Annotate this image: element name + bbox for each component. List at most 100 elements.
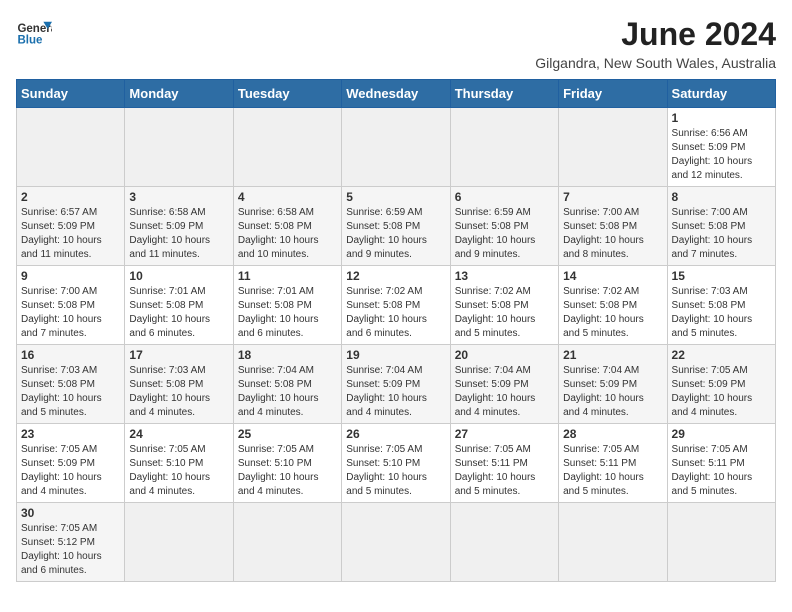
day-info: Sunrise: 7:05 AM Sunset: 5:12 PM Dayligh… — [21, 522, 120, 578]
calendar-cell — [342, 503, 450, 582]
day-info: Sunrise: 7:04 AM Sunset: 5:08 PM Dayligh… — [238, 364, 337, 420]
day-info: Sunrise: 7:02 AM Sunset: 5:08 PM Dayligh… — [563, 285, 662, 341]
day-number: 14 — [563, 269, 662, 283]
day-info: Sunrise: 7:01 AM Sunset: 5:08 PM Dayligh… — [238, 285, 337, 341]
calendar-cell: 9 Sunrise: 7:00 AM Sunset: 5:08 PM Daylig… — [17, 266, 125, 345]
calendar-row-5: 23 Sunrise: 7:05 AM Sunset: 5:09 PM Dayli… — [17, 424, 776, 503]
day-number: 4 — [238, 190, 337, 204]
subtitle: Gilgandra, New South Wales, Australia — [535, 55, 776, 71]
day-number: 7 — [563, 190, 662, 204]
logo: General Blue — [16, 16, 52, 52]
calendar-cell — [559, 108, 667, 187]
day-info: Sunrise: 7:03 AM Sunset: 5:08 PM Dayligh… — [129, 364, 228, 420]
calendar-cell: 23 Sunrise: 7:05 AM Sunset: 5:09 PM Dayli… — [17, 424, 125, 503]
calendar: Sunday Monday Tuesday Wednesday Thursday… — [16, 79, 776, 582]
day-number: 18 — [238, 348, 337, 362]
calendar-cell — [559, 503, 667, 582]
calendar-cell: 2Sunrise: 6:57 AM Sunset: 5:09 PM Daylig… — [17, 187, 125, 266]
day-info: Sunrise: 7:01 AM Sunset: 5:08 PM Dayligh… — [129, 285, 228, 341]
day-info: Sunrise: 6:56 AM Sunset: 5:09 PM Dayligh… — [672, 127, 771, 183]
day-number: 8 — [672, 190, 771, 204]
calendar-cell: 30 Sunrise: 7:05 AM Sunset: 5:12 PM Dayli… — [17, 503, 125, 582]
day-info: Sunrise: 7:05 AM Sunset: 5:10 PM Dayligh… — [129, 443, 228, 499]
day-info: Sunrise: 7:05 AM Sunset: 5:11 PM Dayligh… — [563, 443, 662, 499]
calendar-cell: 24Sunrise: 7:05 AM Sunset: 5:10 PM Dayli… — [125, 424, 233, 503]
calendar-cell: 5Sunrise: 6:59 AM Sunset: 5:08 PM Daylig… — [342, 187, 450, 266]
calendar-cell: 13 Sunrise: 7:02 AM Sunset: 5:08 PM Dayli… — [450, 266, 558, 345]
weekday-header-row: Sunday Monday Tuesday Wednesday Thursday… — [17, 80, 776, 108]
day-number: 12 — [346, 269, 445, 283]
day-info: Sunrise: 7:02 AM Sunset: 5:08 PM Dayligh… — [346, 285, 445, 341]
header-friday: Friday — [559, 80, 667, 108]
day-number: 17 — [129, 348, 228, 362]
day-info: Sunrise: 7:03 AM Sunset: 5:08 PM Dayligh… — [21, 364, 120, 420]
calendar-cell: 11 Sunrise: 7:01 AM Sunset: 5:08 PM Dayli… — [233, 266, 341, 345]
calendar-cell — [17, 108, 125, 187]
day-number: 19 — [346, 348, 445, 362]
calendar-cell: 19 Sunrise: 7:04 AM Sunset: 5:09 PM Dayli… — [342, 345, 450, 424]
day-number: 16 — [21, 348, 120, 362]
calendar-cell — [233, 503, 341, 582]
calendar-row-2: 2Sunrise: 6:57 AM Sunset: 5:09 PM Daylig… — [17, 187, 776, 266]
header-monday: Monday — [125, 80, 233, 108]
header-sunday: Sunday — [17, 80, 125, 108]
day-number: 26 — [346, 427, 445, 441]
calendar-cell: 10 Sunrise: 7:01 AM Sunset: 5:08 PM Dayli… — [125, 266, 233, 345]
day-number: 27 — [455, 427, 554, 441]
calendar-cell: 18 Sunrise: 7:04 AM Sunset: 5:08 PM Dayli… — [233, 345, 341, 424]
calendar-cell: 28 Sunrise: 7:05 AM Sunset: 5:11 PM Dayli… — [559, 424, 667, 503]
calendar-cell: 17 Sunrise: 7:03 AM Sunset: 5:08 PM Dayli… — [125, 345, 233, 424]
day-number: 15 — [672, 269, 771, 283]
header-tuesday: Tuesday — [233, 80, 341, 108]
day-number: 5 — [346, 190, 445, 204]
calendar-cell: 6 Sunrise: 6:59 AM Sunset: 5:08 PM Daylig… — [450, 187, 558, 266]
calendar-cell: 27 Sunrise: 7:05 AM Sunset: 5:11 PM Dayli… — [450, 424, 558, 503]
calendar-row-6: 30 Sunrise: 7:05 AM Sunset: 5:12 PM Dayli… — [17, 503, 776, 582]
day-info: Sunrise: 7:00 AM Sunset: 5:08 PM Dayligh… — [672, 206, 771, 262]
logo-icon: General Blue — [16, 16, 52, 52]
day-number: 21 — [563, 348, 662, 362]
calendar-cell: 1Sunrise: 6:56 AM Sunset: 5:09 PM Daylig… — [667, 108, 775, 187]
day-number: 11 — [238, 269, 337, 283]
main-title: June 2024 — [535, 16, 776, 53]
title-area: June 2024 Gilgandra, New South Wales, Au… — [535, 16, 776, 71]
calendar-cell: 21Sunrise: 7:04 AM Sunset: 5:09 PM Dayli… — [559, 345, 667, 424]
day-info: Sunrise: 7:03 AM Sunset: 5:08 PM Dayligh… — [672, 285, 771, 341]
calendar-cell — [450, 108, 558, 187]
day-number: 22 — [672, 348, 771, 362]
calendar-cell: 8 Sunrise: 7:00 AM Sunset: 5:08 PM Daylig… — [667, 187, 775, 266]
header-thursday: Thursday — [450, 80, 558, 108]
day-number: 28 — [563, 427, 662, 441]
calendar-cell: 29 Sunrise: 7:05 AM Sunset: 5:11 PM Dayli… — [667, 424, 775, 503]
day-number: 10 — [129, 269, 228, 283]
calendar-cell — [667, 503, 775, 582]
day-number: 13 — [455, 269, 554, 283]
day-number: 6 — [455, 190, 554, 204]
calendar-cell: 22Sunrise: 7:05 AM Sunset: 5:09 PM Dayli… — [667, 345, 775, 424]
day-info: Sunrise: 7:05 AM Sunset: 5:11 PM Dayligh… — [672, 443, 771, 499]
day-info: Sunrise: 7:05 AM Sunset: 5:10 PM Dayligh… — [346, 443, 445, 499]
day-info: Sunrise: 7:04 AM Sunset: 5:09 PM Dayligh… — [455, 364, 554, 420]
day-number: 9 — [21, 269, 120, 283]
day-info: Sunrise: 6:59 AM Sunset: 5:08 PM Dayligh… — [455, 206, 554, 262]
day-info: Sunrise: 7:05 AM Sunset: 5:11 PM Dayligh… — [455, 443, 554, 499]
day-info: Sunrise: 7:00 AM Sunset: 5:08 PM Dayligh… — [21, 285, 120, 341]
header-saturday: Saturday — [667, 80, 775, 108]
day-info: Sunrise: 7:04 AM Sunset: 5:09 PM Dayligh… — [346, 364, 445, 420]
calendar-cell: 20 Sunrise: 7:04 AM Sunset: 5:09 PM Dayli… — [450, 345, 558, 424]
day-number: 29 — [672, 427, 771, 441]
day-number: 20 — [455, 348, 554, 362]
header-area: General Blue June 2024 Gilgandra, New So… — [16, 16, 776, 71]
calendar-cell: 15 Sunrise: 7:03 AM Sunset: 5:08 PM Dayli… — [667, 266, 775, 345]
calendar-cell — [125, 108, 233, 187]
day-info: Sunrise: 6:58 AM Sunset: 5:09 PM Dayligh… — [129, 206, 228, 262]
calendar-row-4: 16 Sunrise: 7:03 AM Sunset: 5:08 PM Dayli… — [17, 345, 776, 424]
day-info: Sunrise: 7:05 AM Sunset: 5:09 PM Dayligh… — [21, 443, 120, 499]
day-info: Sunrise: 7:02 AM Sunset: 5:08 PM Dayligh… — [455, 285, 554, 341]
calendar-cell: 26 Sunrise: 7:05 AM Sunset: 5:10 PM Dayli… — [342, 424, 450, 503]
calendar-row-1: 1Sunrise: 6:56 AM Sunset: 5:09 PM Daylig… — [17, 108, 776, 187]
day-number: 23 — [21, 427, 120, 441]
calendar-cell — [342, 108, 450, 187]
day-number: 30 — [21, 506, 120, 520]
calendar-cell: 14 Sunrise: 7:02 AM Sunset: 5:08 PM Dayli… — [559, 266, 667, 345]
